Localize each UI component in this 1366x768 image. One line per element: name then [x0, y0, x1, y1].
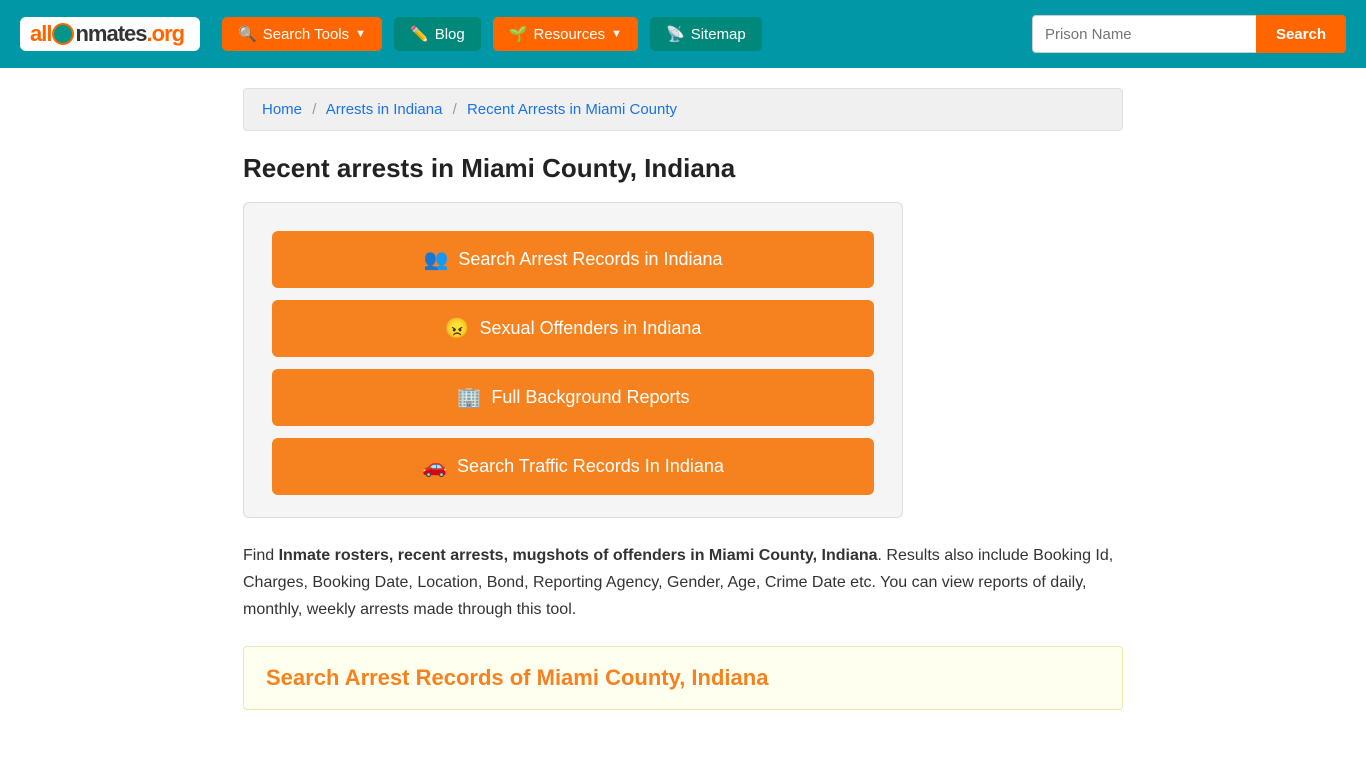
- search-arrest-icon: 👥: [423, 247, 448, 272]
- logo-inmates: nmates: [75, 21, 146, 46]
- logo-all: all: [30, 21, 51, 46]
- prison-search-button[interactable]: Search: [1256, 15, 1346, 53]
- sitemap-label: Sitemap: [691, 26, 746, 43]
- blog-label: Blog: [435, 26, 465, 43]
- sitemap-icon: 📡: [666, 25, 685, 43]
- header-search: Search: [1032, 15, 1346, 53]
- logo-text: all nmates.org: [30, 21, 184, 47]
- breadcrumb-sep-2: /: [453, 101, 457, 118]
- background-reports-label: Full Background Reports: [491, 387, 689, 408]
- blog-icon: ✏️: [410, 25, 429, 43]
- section-box-title: Search Arrest Records of Miami County, I…: [266, 665, 1100, 691]
- breadcrumb-arrests-indiana[interactable]: Arrests in Indiana: [326, 101, 443, 118]
- breadcrumb: Home / Arrests in Indiana / Recent Arres…: [243, 88, 1123, 131]
- blog-button[interactable]: ✏️ Blog: [394, 17, 481, 51]
- traffic-records-label: Search Traffic Records In Indiana: [457, 456, 724, 477]
- breadcrumb-sep-1: /: [312, 101, 316, 118]
- page-title: Recent arrests in Miami County, Indiana: [243, 153, 1123, 184]
- search-tools-caret: ▼: [355, 28, 366, 40]
- background-reports-icon: 🏢: [456, 385, 481, 410]
- description-intro: Find: [243, 547, 279, 564]
- resources-label: Resources: [533, 26, 605, 43]
- search-arrest-label: Search Arrest Records in Indiana: [458, 249, 722, 270]
- logo-icon: [52, 23, 74, 45]
- section-box: Search Arrest Records of Miami County, I…: [243, 646, 1123, 710]
- logo-org: .org: [147, 21, 185, 46]
- search-tools-button[interactable]: 🔍 Search Tools ▼: [222, 17, 382, 51]
- action-button-box: 👥 Search Arrest Records in Indiana 😠 Sex…: [243, 202, 903, 518]
- search-arrest-button[interactable]: 👥 Search Arrest Records in Indiana: [272, 231, 874, 288]
- background-reports-button[interactable]: 🏢 Full Background Reports: [272, 369, 874, 426]
- breadcrumb-current: Recent Arrests in Miami County: [467, 101, 677, 118]
- site-header: all nmates.org 🔍 Search Tools ▼ ✏️ Blog 🌱…: [0, 0, 1366, 68]
- sexual-offenders-icon: 😠: [445, 316, 470, 341]
- traffic-records-icon: 🚗: [422, 454, 447, 479]
- sexual-offenders-label: Sexual Offenders in Indiana: [480, 318, 702, 339]
- site-logo[interactable]: all nmates.org: [20, 17, 200, 51]
- sitemap-button[interactable]: 📡 Sitemap: [650, 17, 762, 51]
- main-content: Home / Arrests in Indiana / Recent Arres…: [223, 88, 1143, 710]
- search-tools-icon: 🔍: [238, 25, 257, 43]
- sexual-offenders-button[interactable]: 😠 Sexual Offenders in Indiana: [272, 300, 874, 357]
- resources-button[interactable]: 🌱 Resources ▼: [493, 17, 638, 51]
- resources-icon: 🌱: [509, 25, 528, 43]
- description-bold: Inmate rosters, recent arrests, mugshots…: [279, 547, 878, 564]
- breadcrumb-home[interactable]: Home: [262, 101, 302, 118]
- resources-caret: ▼: [611, 28, 622, 40]
- prison-search-input[interactable]: [1032, 15, 1256, 53]
- traffic-records-button[interactable]: 🚗 Search Traffic Records In Indiana: [272, 438, 874, 495]
- search-tools-label: Search Tools: [263, 26, 349, 43]
- description-text: Find Inmate rosters, recent arrests, mug…: [243, 542, 1123, 624]
